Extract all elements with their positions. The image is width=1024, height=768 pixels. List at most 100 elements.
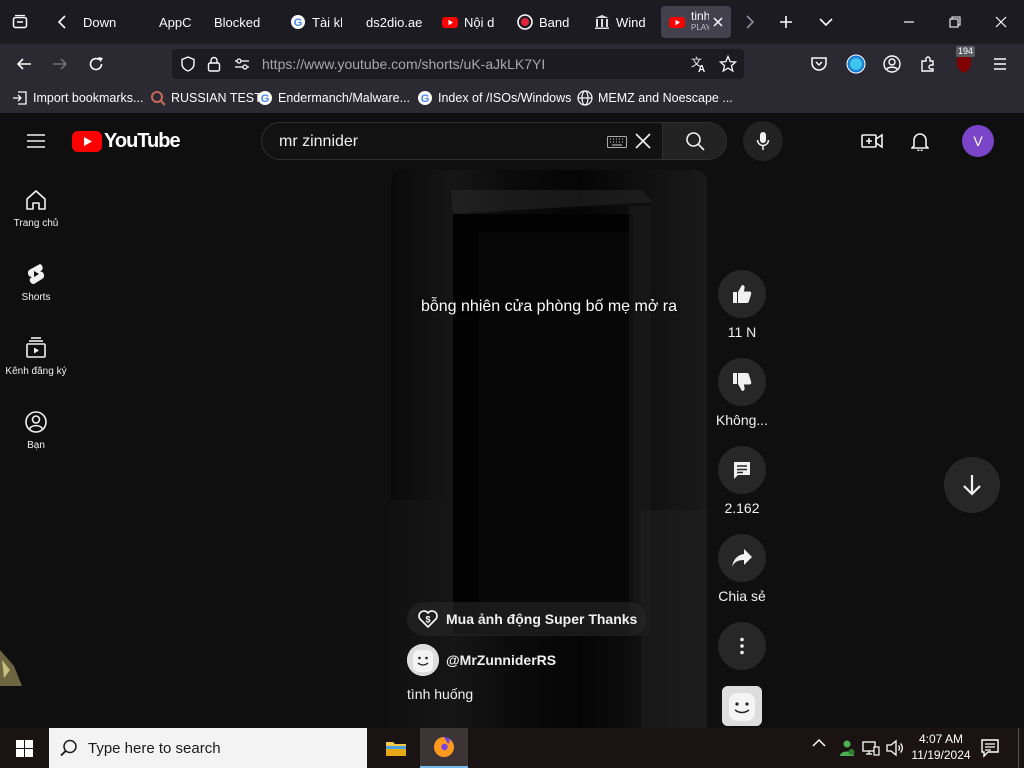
tab-scroll-left-button[interactable] (46, 6, 78, 38)
browser-tab[interactable]: Nội d (442, 6, 494, 38)
shorts-icon (24, 262, 48, 286)
more-actions-button[interactable] (718, 622, 766, 670)
youtube-logo-text: YouTube (104, 130, 181, 152)
super-thanks-heart-icon: $ (418, 610, 438, 629)
app-menu-button[interactable] (984, 48, 1016, 80)
chevron-left-icon (57, 15, 66, 29)
browser-tab[interactable]: Wind (594, 6, 646, 38)
guide-menu-button[interactable] (20, 125, 52, 157)
reload-button[interactable] (80, 48, 112, 80)
close-tab-icon[interactable] (713, 17, 723, 27)
taskbar-clock[interactable]: 4:07 AM 11/19/2024 (906, 731, 976, 763)
short-video-player[interactable]: bỗng nhiên cửa phòng bố mẹ mở ra $ Mua ả… (391, 170, 707, 728)
browser-tab[interactable]: AppC (159, 6, 193, 38)
nav-item-you[interactable]: Bạn (0, 410, 72, 451)
reload-icon (89, 57, 103, 71)
people-tray-icon[interactable] (838, 739, 856, 757)
voice-search-button[interactable] (743, 121, 783, 161)
start-button[interactable] (0, 728, 48, 768)
restore-window-button[interactable] (939, 6, 971, 38)
bookmarks-toolbar: Import bookmarks... RUSSIAN TEST G Ender… (0, 84, 1024, 114)
bookmark-item[interactable]: G Endermanch/Malware... (257, 90, 410, 106)
super-thanks-button[interactable]: $ Mua ảnh động Super Thanks (407, 602, 648, 636)
nav-item-subscriptions[interactable]: Kênh đăng ký (0, 336, 72, 377)
new-tab-button[interactable] (770, 6, 802, 38)
notifications-button[interactable] (904, 125, 936, 157)
bookmark-item[interactable]: Import bookmarks... (12, 90, 143, 106)
clear-search-icon[interactable] (634, 132, 652, 150)
back-button[interactable] (8, 48, 40, 80)
dislike-button[interactable] (718, 358, 766, 406)
comments-button[interactable] (718, 446, 766, 494)
bookmark-item[interactable]: RUSSIAN TEST (150, 90, 262, 106)
taskbar-file-explorer[interactable] (376, 728, 416, 768)
notification-icon (981, 739, 999, 758)
comment-icon (734, 462, 750, 479)
site-permissions-icon[interactable] (234, 57, 250, 71)
channel-name[interactable]: @MrZunniderRS (446, 652, 556, 668)
record-icon (517, 14, 533, 30)
desktop-peek-icon (0, 648, 24, 688)
nav-item-home[interactable]: Trang chủ (0, 188, 72, 229)
tab-overview-button[interactable] (4, 6, 36, 38)
browser-tab[interactable]: ds2dio.ae (366, 6, 430, 38)
browser-tab[interactable]: Band (517, 6, 569, 38)
create-button[interactable] (856, 125, 888, 157)
taskbar-firefox[interactable] (420, 728, 468, 768)
search-box[interactable]: mr zinnider (261, 122, 727, 160)
avatar[interactable]: V (962, 125, 994, 157)
bookmark-star-icon[interactable] (719, 55, 737, 73)
ublock-button[interactable]: 194 (948, 46, 980, 80)
taskbar-search-box[interactable]: Type here to search (49, 728, 367, 768)
address-bar[interactable]: https://www.youtube.com/shorts/uK-aJkLK7… (172, 49, 744, 79)
you-icon (24, 410, 48, 434)
plus-icon (780, 16, 792, 28)
next-short-button[interactable] (944, 457, 1000, 513)
action-center-button[interactable] (980, 738, 1000, 758)
account-button[interactable] (876, 48, 908, 80)
extensions-menu-button[interactable] (912, 48, 944, 80)
magnifier-icon (150, 90, 166, 106)
channel-avatar[interactable] (407, 644, 439, 676)
volume-icon[interactable] (886, 739, 904, 757)
browser-tab[interactable]: Blocked (214, 6, 274, 38)
hamburger-menu-icon (27, 134, 45, 148)
microphone-icon (756, 132, 770, 150)
tab-scroll-right-button[interactable] (734, 6, 766, 38)
forward-button[interactable] (44, 48, 76, 80)
url-text[interactable]: https://www.youtube.com/shorts/uK-aJkLK7… (262, 56, 545, 72)
sound-thumbnail[interactable] (722, 686, 762, 726)
search-button[interactable] (662, 123, 726, 159)
browser-tab[interactable]: Down (83, 6, 133, 38)
video-frame (391, 190, 707, 728)
bookmark-item[interactable]: MEMZ and Noescape ... (577, 90, 733, 106)
network-icon[interactable] (862, 739, 880, 757)
show-desktop-button[interactable] (1018, 728, 1024, 768)
extension-button[interactable] (840, 48, 872, 80)
subscriptions-icon (24, 336, 48, 360)
list-all-tabs-button[interactable] (810, 6, 842, 38)
browser-tab-active[interactable]: tinh PLAY (661, 6, 731, 38)
svg-text:A: A (698, 64, 705, 73)
keyboard-icon[interactable] (607, 136, 627, 148)
search-icon (685, 132, 705, 151)
like-button[interactable] (718, 270, 766, 318)
close-window-button[interactable] (985, 6, 1017, 38)
lock-icon[interactable] (207, 56, 221, 72)
browser-tab[interactable]: G Tài kh (290, 6, 342, 38)
windows-taskbar: Type here to search 4:07 AM 11/19/2024 (0, 728, 1024, 768)
svg-text:G: G (261, 93, 270, 105)
svg-text:G: G (421, 93, 430, 105)
share-button[interactable] (718, 534, 766, 582)
nav-item-shorts[interactable]: Shorts (0, 262, 72, 303)
pocket-button[interactable] (803, 48, 835, 80)
minimize-window-button[interactable] (893, 6, 925, 38)
short-title[interactable]: tình huống (407, 686, 473, 702)
show-hidden-icons-button[interactable] (812, 738, 826, 748)
translate-icon[interactable]: 文A (690, 55, 708, 73)
shield-icon[interactable] (180, 56, 196, 72)
bookmark-item[interactable]: G Index of /ISOs/Windows (417, 90, 571, 106)
youtube-logo[interactable]: YouTube (72, 130, 181, 153)
restore-icon (949, 16, 961, 28)
like-count: 11 N (727, 324, 757, 340)
